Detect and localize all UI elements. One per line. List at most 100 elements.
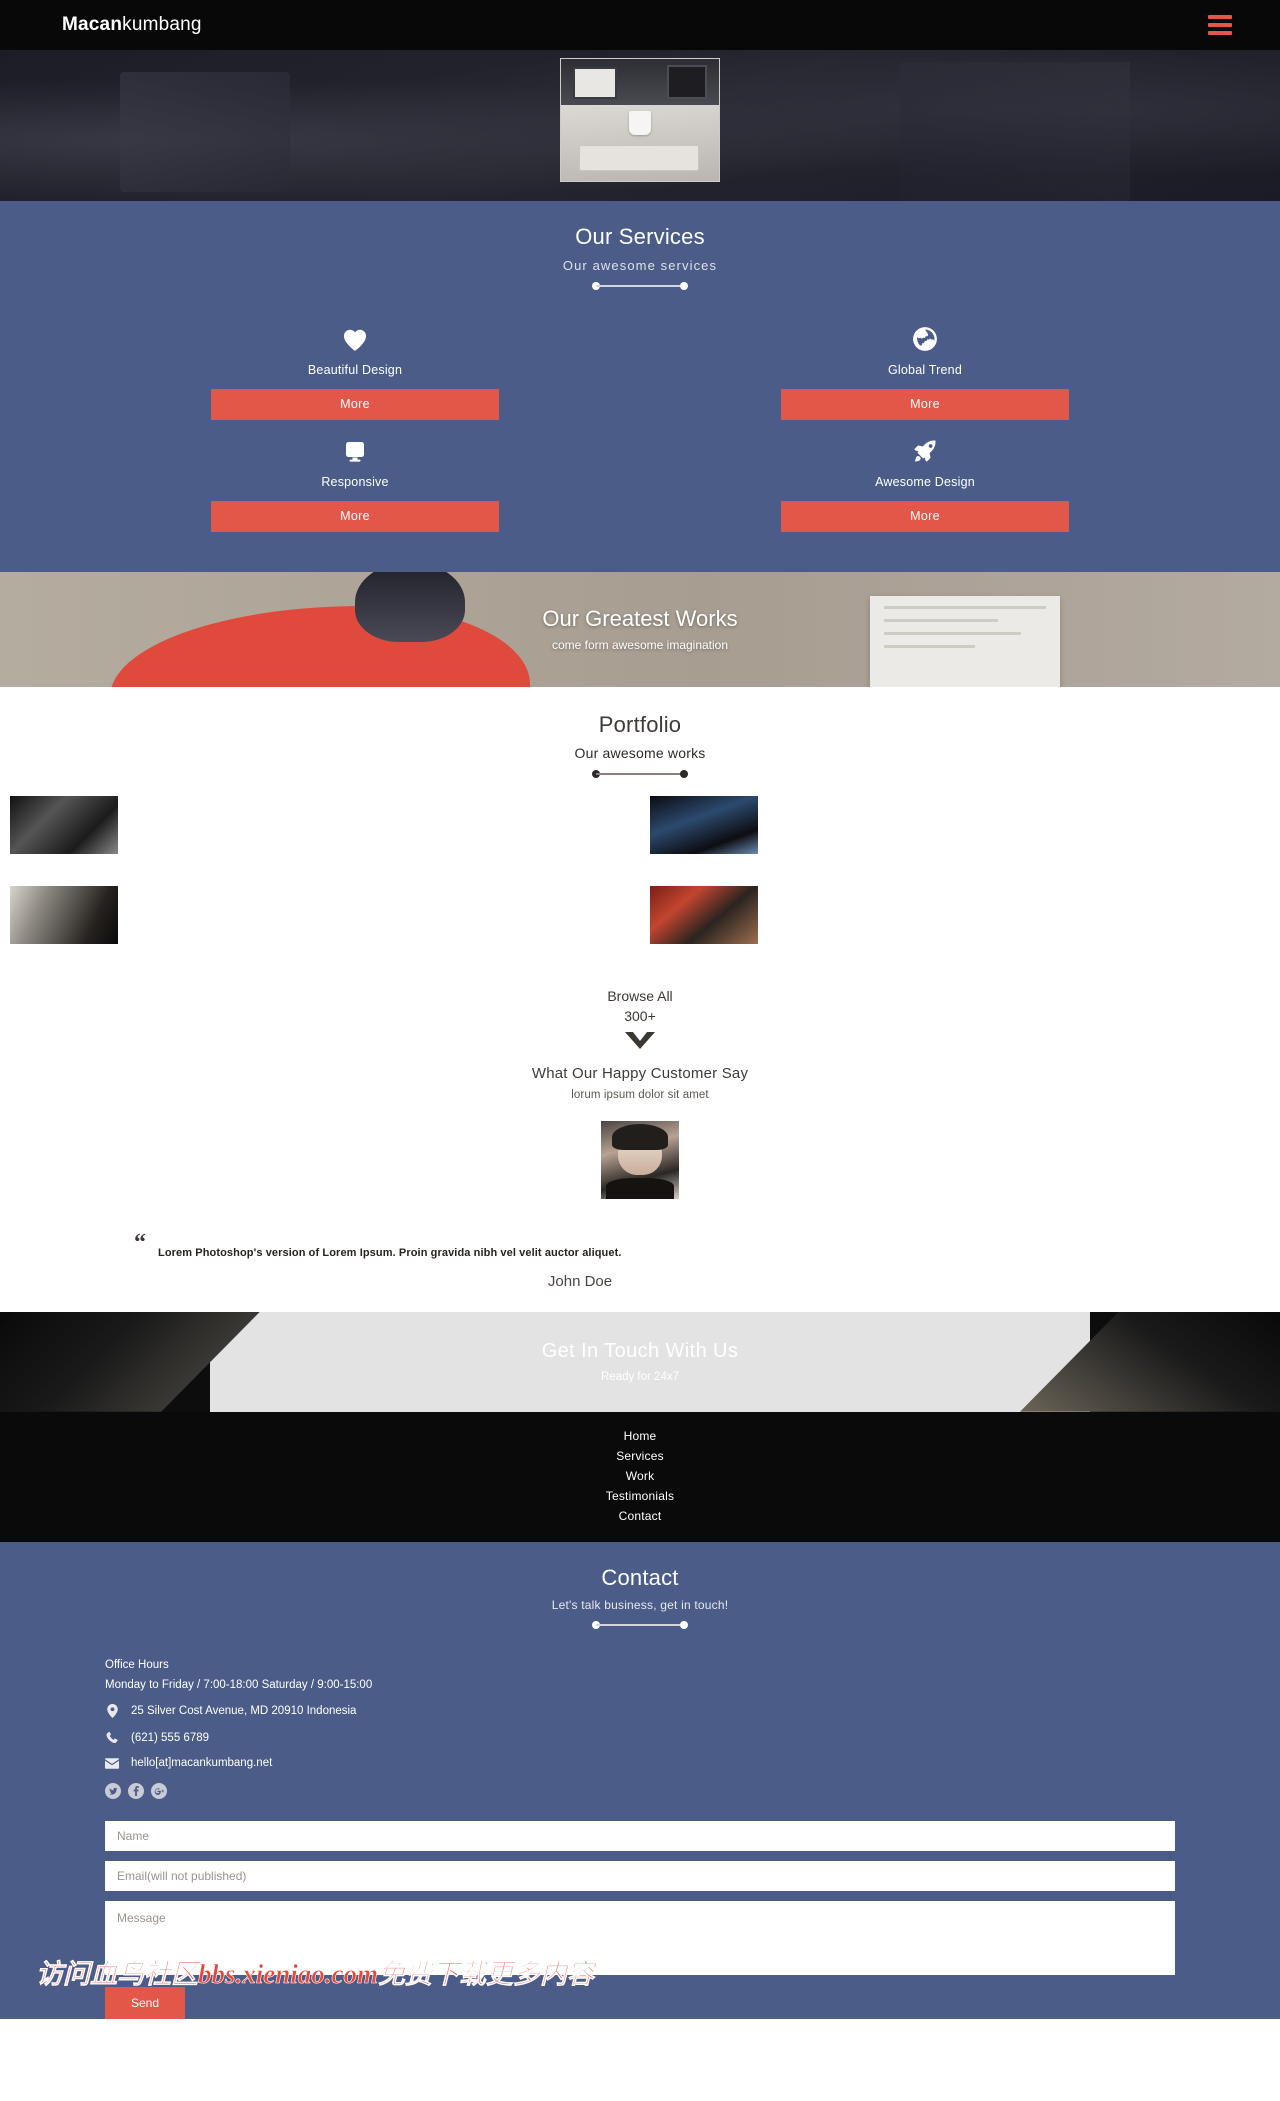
hero-desk-photo (560, 58, 720, 182)
send-button[interactable]: Send (105, 1987, 186, 2020)
portfolio-header: Portfolio Our awesome works (0, 711, 1280, 779)
paper-line (884, 631, 1021, 635)
browse-all-count: 300+ (624, 1008, 656, 1025)
portfolio-section: Portfolio Our awesome works Browse All 3… (0, 686, 1280, 1051)
social-links (105, 1783, 1175, 1800)
portfolio-thumb-1[interactable] (10, 796, 118, 855)
banner-decor-red-shape (110, 605, 530, 687)
portfolio-subtitle: Our awesome works (574, 745, 706, 762)
globe-icon (640, 318, 1210, 352)
contact-divider (592, 1621, 688, 1630)
name-input[interactable] (105, 1821, 1175, 1852)
greatest-works-banner: Our Greatest Works come form awesome ima… (0, 571, 1280, 687)
get-in-touch-title: Get In Touch With Us (541, 1340, 739, 1363)
service-more-button[interactable]: More (781, 500, 1069, 532)
service-label: Beautiful Design (307, 362, 403, 377)
envelope-icon (105, 1758, 119, 1769)
paper-line (884, 605, 1046, 609)
facebook-icon[interactable] (128, 1783, 144, 1800)
contact-phone-row: (621) 555 6789 (105, 1731, 1175, 1744)
hero-photo-keyboard (579, 145, 699, 171)
footer-link-work[interactable]: Work (0, 1466, 1280, 1486)
office-hours-line: Monday to Friday / 7:00-18:00 Saturday /… (105, 1679, 373, 1692)
divider-line (596, 773, 684, 776)
watermark-text: 访问血鸟社区bbs.xieniao.com免费下载更多内容 (36, 1959, 595, 1990)
testimonial-author: John Doe (547, 1272, 613, 1290)
testimonial-quote-text: Lorem Photoshop's version of Lorem Ipsum… (158, 1246, 622, 1259)
hamburger-bar-3 (1208, 31, 1232, 35)
banner-decor-paper (870, 595, 1060, 687)
contact-title: Contact (601, 1564, 679, 1590)
services-subtitle: Our awesome services (562, 257, 718, 273)
location-pin-icon (105, 1704, 119, 1719)
portfolio-thumb-3[interactable] (10, 886, 118, 945)
contact-header: Contact Let's talk business, get in touc… (0, 1564, 1280, 1630)
portfolio-thumb-2[interactable] (650, 796, 758, 855)
portfolio-title: Portfolio (598, 711, 682, 737)
office-hours-title: Office Hours (105, 1659, 169, 1672)
service-card-responsive: Responsive More (70, 430, 640, 532)
footer-link-home[interactable]: Home (0, 1426, 1280, 1446)
twitter-icon[interactable] (105, 1783, 121, 1800)
footer-link-services[interactable]: Services (0, 1446, 1280, 1466)
hero-photo-monitor-right (667, 65, 707, 99)
quote-mark-icon: “ (134, 1229, 146, 1256)
contact-phone-text: (621) 555 6789 (131, 1731, 210, 1744)
portfolio-thumb-image (10, 886, 118, 945)
testimonials-title: What Our Happy Customer Say (531, 1065, 749, 1083)
phone-icon (105, 1731, 119, 1744)
services-divider (592, 281, 688, 290)
google-plus-icon[interactable] (151, 1783, 167, 1800)
hero-photo-monitor-left (573, 67, 617, 99)
service-card-global-trend: Global Trend More (640, 318, 1210, 420)
top-navigation-bar: Macankumbang (0, 0, 1280, 50)
banner-decor-dark-shape (355, 571, 465, 642)
contact-address-row: 25 Silver Cost Avenue, MD 20910 Indonesi… (105, 1704, 1175, 1719)
hamburger-menu-icon[interactable] (1208, 11, 1232, 39)
site-logo[interactable]: Macankumbang (62, 14, 202, 36)
footer-navigation: Home Services Work Testimonials Contact (0, 1411, 1280, 1542)
testimonials-section: What Our Happy Customer Say lorum ipsum … (0, 1050, 1280, 1312)
service-more-button[interactable]: More (211, 500, 499, 532)
divider-dot-right (680, 1621, 688, 1630)
service-card-beautiful-design: Beautiful Design More (70, 318, 640, 420)
service-card-awesome-design: Awesome Design More (640, 430, 1210, 532)
services-header: Our Services Our awesome services (0, 223, 1280, 290)
service-label: Awesome Design (875, 474, 975, 489)
contact-subtitle: Let's talk business, get in touch! (551, 1598, 729, 1613)
landing-page: Macankumbang Our Services Our awesome se… (0, 0, 1280, 2020)
browse-all-label: Browse All (607, 988, 673, 1005)
logo-bold-part: Macan (62, 14, 123, 35)
monitor-icon (70, 430, 640, 464)
footer-link-contact[interactable]: Contact (0, 1506, 1280, 1526)
paper-line (884, 618, 998, 622)
hero-decor-right (900, 62, 1130, 201)
service-label: Responsive (321, 474, 389, 489)
chevron-down-icon[interactable] (623, 1030, 657, 1050)
portfolio-thumb-4[interactable] (650, 886, 758, 945)
portfolio-divider (592, 770, 688, 779)
divider-dot-right (680, 281, 688, 290)
portfolio-thumb-image (650, 886, 758, 945)
divider-line (596, 284, 684, 287)
email-input[interactable] (105, 1861, 1175, 1892)
service-more-button[interactable]: More (781, 388, 1069, 420)
service-more-button[interactable]: More (211, 388, 499, 420)
hamburger-bar-1 (1208, 15, 1232, 19)
paper-line (884, 644, 976, 648)
portfolio-thumb-image (10, 796, 118, 855)
services-section: Our Services Our awesome services Beauti… (0, 201, 1280, 572)
heart-icon (70, 318, 640, 352)
services-title: Our Services (575, 224, 705, 249)
avatar-hair (611, 1123, 669, 1151)
contact-email-row: hello[at]macankumbang.net (105, 1757, 1175, 1769)
portfolio-grid (0, 796, 1280, 986)
rocket-icon (640, 430, 1210, 464)
contact-email-text: hello[at]macankumbang.net (131, 1757, 273, 1770)
avatar (601, 1120, 679, 1199)
browse-all-block[interactable]: Browse All 300+ (0, 986, 1280, 1050)
testimonials-subtitle: lorum ipsum dolor sit amet (571, 1088, 709, 1101)
greatest-works-title: Our Greatest Works (542, 606, 738, 632)
footer-link-testimonials[interactable]: Testimonials (0, 1486, 1280, 1506)
testimonial-quote-row: “ Lorem Photoshop's version of Lorem Ips… (110, 1229, 1170, 1259)
